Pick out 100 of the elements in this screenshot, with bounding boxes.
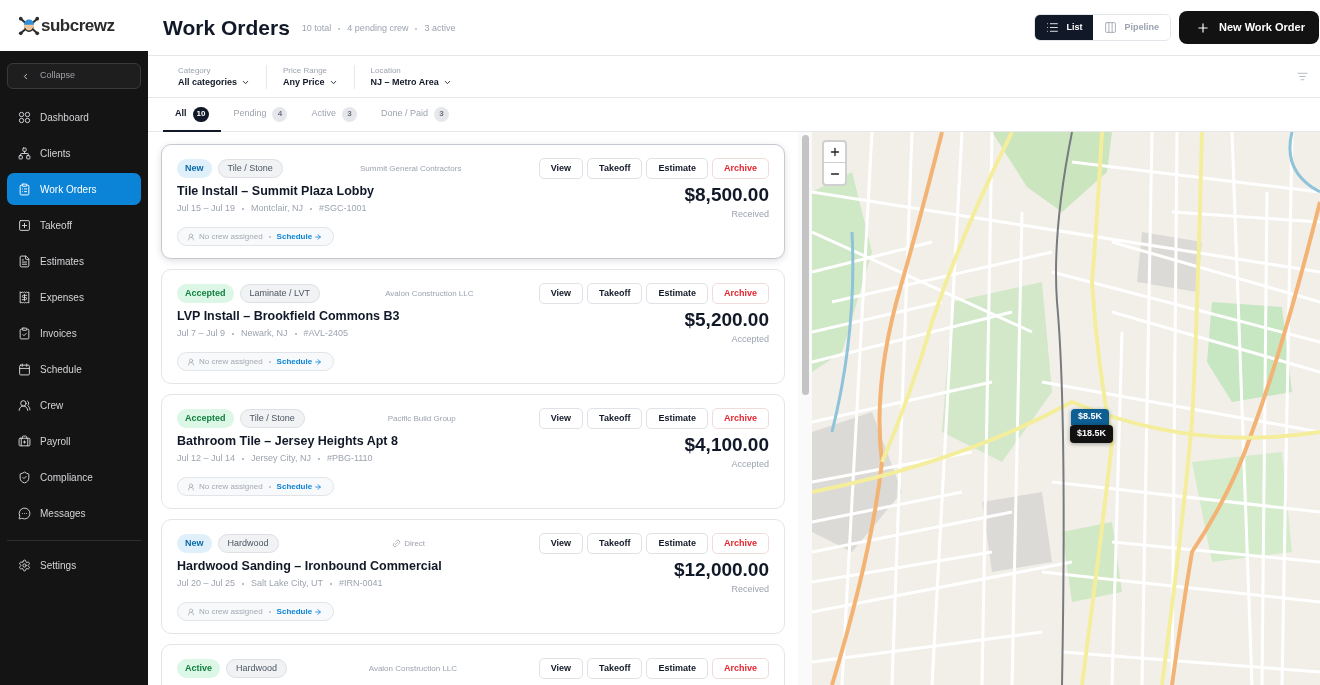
filter-dropdown[interactable]: Price Range Any Price [283, 65, 338, 88]
crew-status: No crew assigned [199, 355, 263, 368]
view-toggle-tab[interactable]: List [1035, 15, 1094, 40]
payment-status: Accepted [731, 333, 769, 345]
category-tag: Hardwood [217, 534, 279, 553]
work-order-card[interactable]: New Hardwood Direct View Takeoff Estimate Archive Hardwood Sanding – Ironbound Commercial Jul 20 – Jul 25 Salt Lake City, UT #IRN-0041 No crew assigned Schedule $12,000.00 Received [161, 519, 785, 634]
card-action-button[interactable]: Estimate [646, 408, 708, 429]
price-pin[interactable]: $18.5K [1070, 425, 1114, 443]
card-action-button[interactable]: Archive [711, 158, 769, 179]
filter-tab[interactable]: Active 3 [299, 98, 369, 132]
meta-text: Jul 15 – Jul 19 [177, 202, 236, 216]
crew-status: No crew assigned [199, 230, 263, 243]
filter-dropdown[interactable]: Location NJ – Metro Area [370, 65, 452, 88]
plus-square-icon [18, 218, 31, 232]
amount-text: $4,100.00 [684, 433, 769, 457]
arrow-right-icon [314, 232, 323, 241]
card-action-button[interactable]: Takeoff [587, 658, 643, 679]
sidebar-item[interactable]: Schedule [7, 353, 141, 385]
sidebar-item[interactable]: Invoices [7, 317, 141, 349]
card-action-button[interactable]: Estimate [646, 658, 708, 679]
sidebar-item[interactable]: Clients [7, 137, 141, 169]
card-action-button[interactable]: Takeoff [587, 158, 643, 179]
sidebar-item[interactable]: Messages [7, 497, 141, 529]
briefcase-plus-icon [18, 434, 31, 448]
work-order-card[interactable]: Accepted Laminate / LVT Avalon Construction LLC View Takeoff Estimate Archive LVP Install – Brookfield Commons B3 Jul 7 – Jul 9 Newark, NJ #AVL-2405 No crew assigned Schedule $5,200.00 Accepted [161, 269, 785, 384]
card-action-button[interactable]: Archive [711, 283, 769, 304]
brand-name: subcrewz [41, 14, 115, 37]
work-order-title: Tile Install – Summit Plaza Lobby [177, 183, 375, 200]
meta-text: Jul 12 – Jul 14 [177, 452, 236, 466]
person-icon [187, 357, 195, 366]
card-action-button[interactable]: View [538, 658, 584, 679]
filter-dropdown[interactable]: Category All categories [178, 65, 251, 88]
meta-text: #SGC-1001 [319, 202, 367, 216]
schedule-link[interactable]: Schedule [276, 605, 323, 618]
sidebar-item[interactable]: Compliance [7, 461, 141, 493]
count-badge: 4 [272, 106, 288, 122]
status-badge: Accepted [177, 284, 234, 303]
chevron-left-icon [21, 71, 30, 81]
amount-text: $5,200.00 [684, 308, 769, 332]
filter-tab[interactable]: All 10 [163, 98, 222, 132]
collapse-button[interactable]: Collapse [7, 63, 141, 89]
meta-text: #PBG-1110 [326, 452, 373, 466]
card-action-button[interactable]: View [538, 408, 584, 429]
work-order-title: Hardwood Sanding – Ironbound Commercial [177, 558, 442, 575]
sidebar-item[interactable]: Work Orders [7, 173, 141, 205]
card-action-button[interactable]: Estimate [646, 533, 708, 554]
work-order-card[interactable]: Accepted Tile / Stone Pacific Build Group View Takeoff Estimate Archive Bathroom Tile – Jersey Heights Apt 8 Jul 12 – Jul 14 Jersey City, NJ #PBG-1110 No crew assigned Schedule $4,100.00 Accepted [161, 394, 785, 509]
card-action-button[interactable]: Estimate [646, 283, 708, 304]
card-action-button[interactable]: Takeoff [587, 408, 643, 429]
card-action-button[interactable]: Takeoff [587, 283, 643, 304]
document-icon [18, 254, 31, 268]
client-name: Pacific Build Group [387, 412, 456, 425]
card-action-button[interactable]: View [538, 283, 584, 304]
schedule-link[interactable]: Schedule [276, 355, 323, 368]
receipt-icon [18, 290, 31, 304]
category-tag: Hardwood [226, 659, 288, 678]
work-order-title: Bathroom Tile – Jersey Heights Apt 8 [177, 433, 398, 450]
client-name: Avalon Construction LLC [385, 287, 474, 300]
sidebar-item[interactable]: Payroll [7, 425, 141, 457]
stat-text: 3 active [424, 21, 456, 35]
sidebar-item[interactable]: Crew [7, 389, 141, 421]
columns-icon [1104, 21, 1118, 34]
status-badge: New [177, 534, 212, 553]
page-title: Work Orders [163, 17, 290, 38]
sidebar-item[interactable]: Settings [7, 549, 141, 581]
work-order-title: LVP Install – Brookfield Commons B3 [177, 308, 400, 325]
status-badge: Active [177, 659, 220, 678]
scrollbar-thumb[interactable] [801, 135, 809, 395]
schedule-link[interactable]: Schedule [276, 230, 323, 243]
sidebar-item[interactable]: Estimates [7, 245, 141, 277]
payment-status: Received [731, 208, 769, 220]
mascot-logo-icon [18, 14, 40, 37]
sidebar-item[interactable]: Expenses [7, 281, 141, 313]
schedule-link[interactable]: Schedule [276, 480, 323, 493]
stat-text: 10 total [301, 21, 332, 35]
card-action-button[interactable]: Estimate [646, 158, 708, 179]
card-action-button[interactable]: Takeoff [587, 533, 643, 554]
network-icon [18, 146, 31, 160]
card-action-button[interactable]: Archive [711, 533, 769, 554]
status-badge: New [177, 159, 212, 178]
card-action-button[interactable]: Archive [711, 408, 769, 429]
clipboard-list-icon [18, 182, 31, 196]
amount-text: $12,000.00 [673, 558, 769, 582]
filter-tab[interactable]: Done / Paid 3 [368, 98, 461, 132]
card-action-button[interactable]: Archive [711, 658, 769, 679]
amount-text: $8,500.00 [684, 183, 769, 207]
plus-icon [828, 146, 841, 158]
sidebar-item[interactable]: Dashboard [7, 101, 141, 133]
category-tag: Laminate / LVT [239, 284, 320, 303]
work-order-card[interactable]: New Tile / Stone Summit General Contractors View Takeoff Estimate Archive Tile Install – Summit Plaza Lobby Jul 15 – Jul 19 Montclair, NJ #SGC-1001 No crew assigned Schedule $8,500.00 Received [161, 144, 785, 259]
arrow-right-icon [314, 357, 323, 366]
category-tag: Tile / Stone [217, 159, 283, 178]
price-pin[interactable]: $8.5K [1071, 409, 1110, 425]
sidebar-item[interactable]: Takeoff [7, 209, 141, 241]
new-work-order-button[interactable]: New Work Order [1179, 11, 1319, 44]
filter-tab[interactable]: Pending 4 [221, 98, 300, 132]
card-action-button[interactable]: View [538, 533, 584, 554]
work-order-card[interactable]: Active Hardwood Avalon Construction LLC View Takeoff Estimate Archive [161, 644, 785, 685]
card-action-button[interactable]: View [538, 158, 584, 179]
settings-icon [18, 558, 31, 572]
